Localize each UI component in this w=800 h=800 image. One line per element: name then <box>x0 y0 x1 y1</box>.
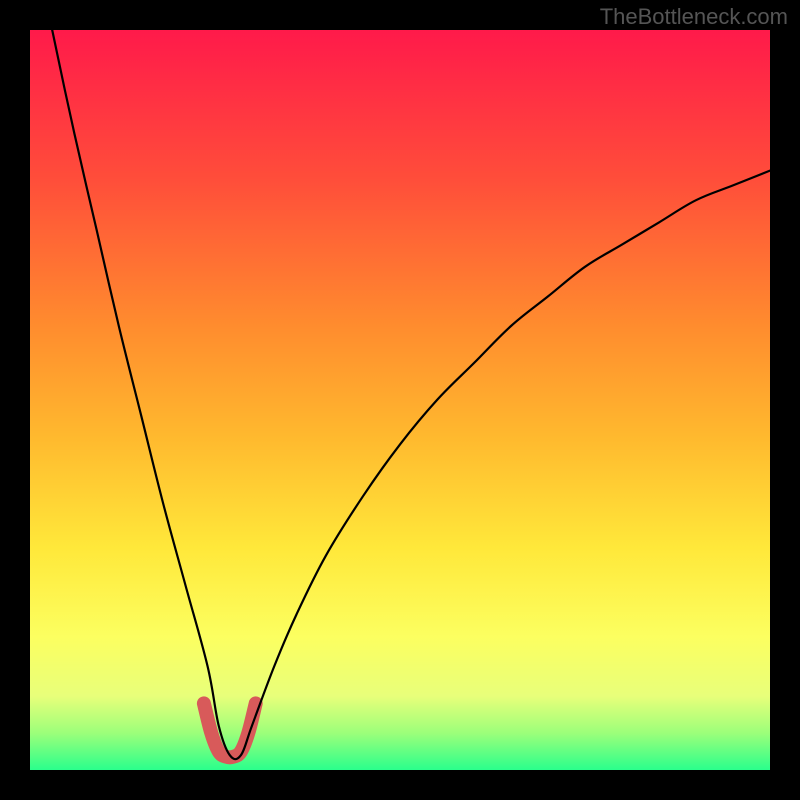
minimum-highlight-path <box>204 703 256 757</box>
plot-area <box>30 30 770 770</box>
watermark-text: TheBottleneck.com <box>600 4 788 30</box>
curve-layer <box>30 30 770 770</box>
bottleneck-curve-path <box>30 30 770 759</box>
chart-root: TheBottleneck.com <box>0 0 800 800</box>
